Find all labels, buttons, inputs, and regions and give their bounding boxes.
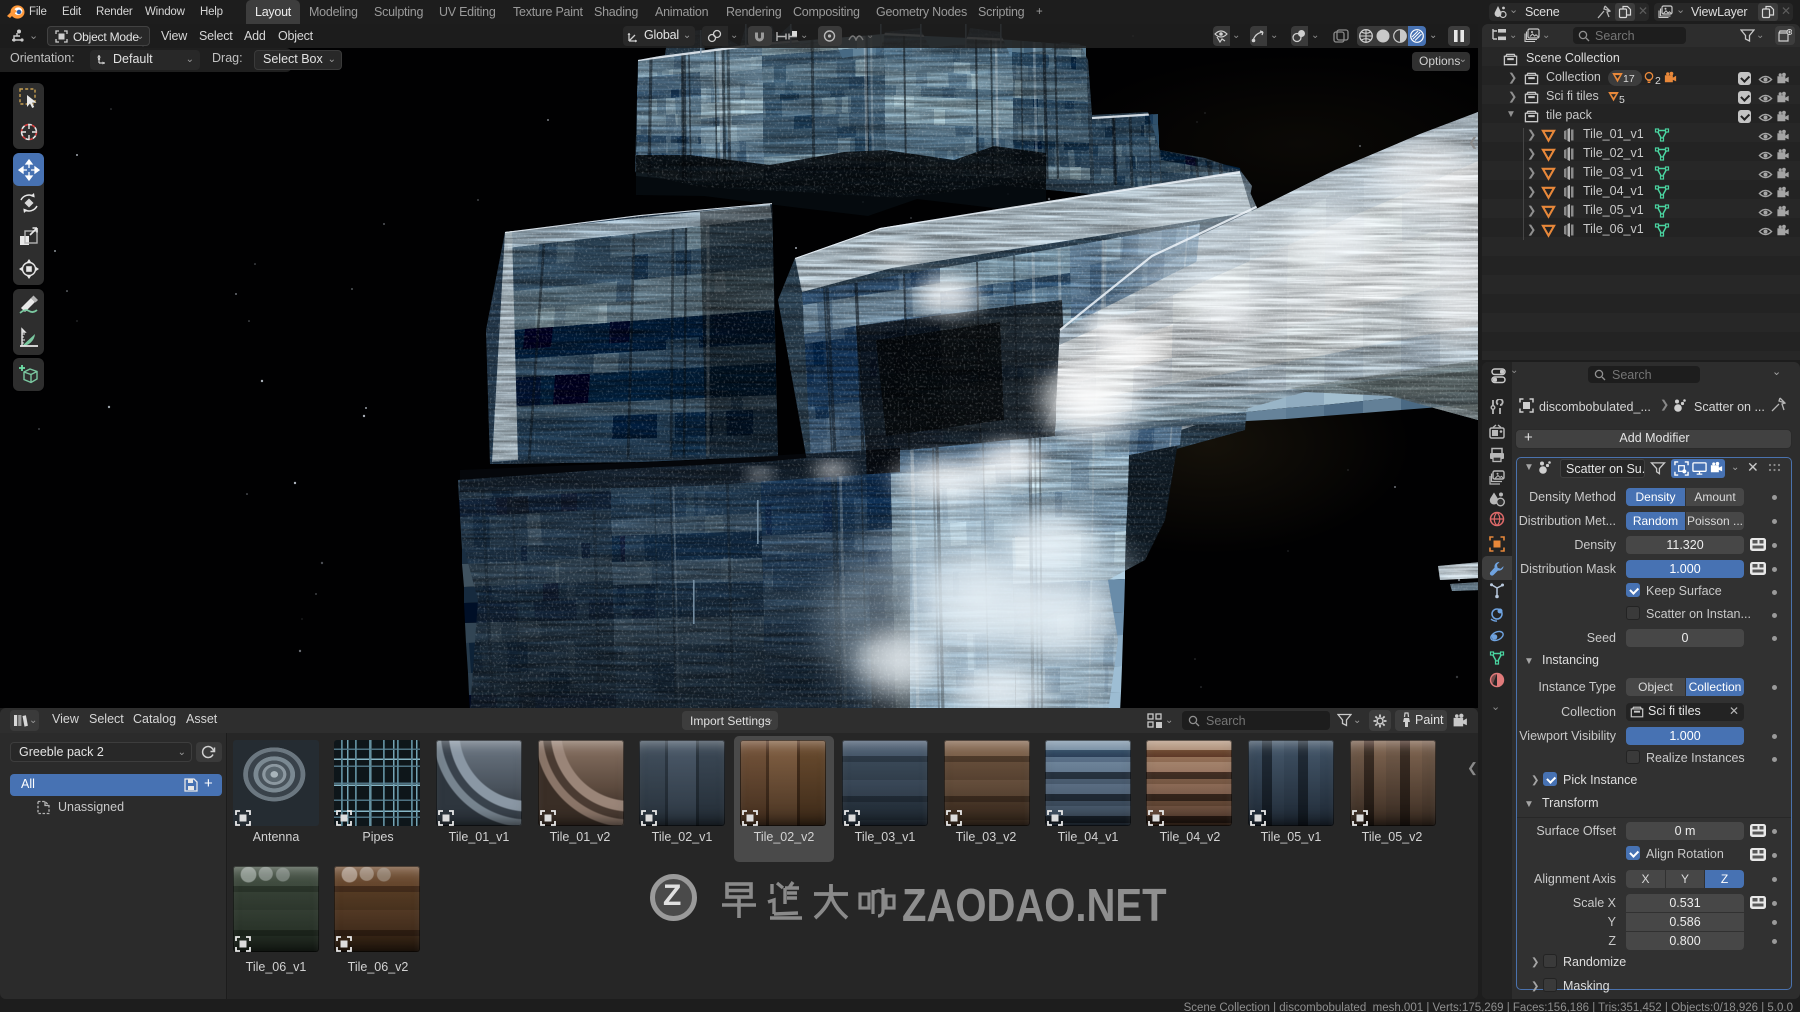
svg-text:❮: ❮: [1468, 135, 1478, 149]
